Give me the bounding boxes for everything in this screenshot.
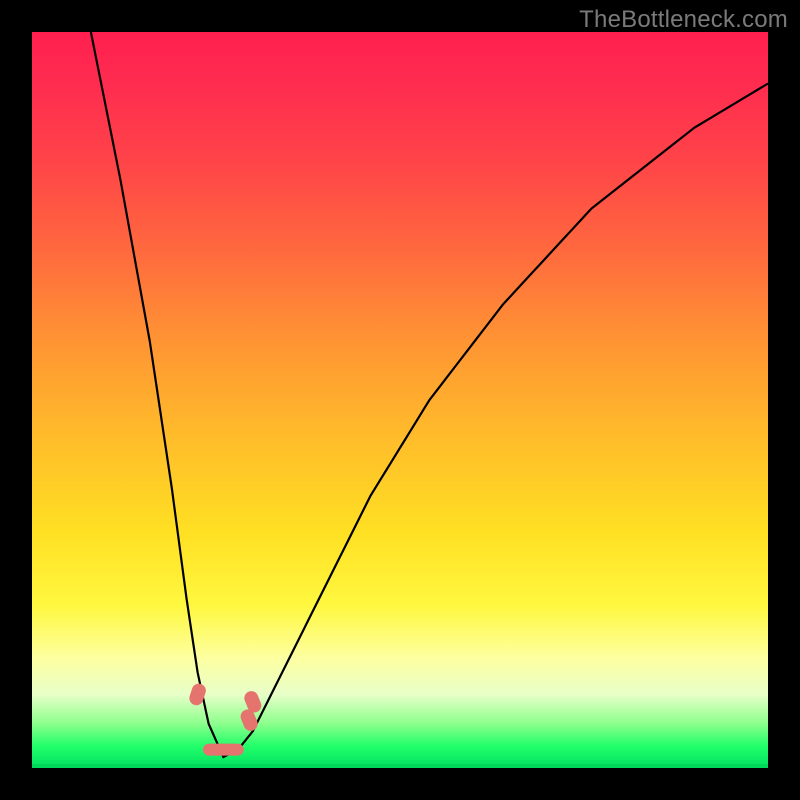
marker-bottom-b [218, 744, 244, 756]
curve-svg [32, 32, 768, 768]
bottleneck-curve [91, 32, 768, 757]
markers-group [188, 682, 264, 756]
plot-area [32, 32, 768, 768]
chart-frame: TheBottleneck.com [0, 0, 800, 800]
watermark-text: TheBottleneck.com [579, 6, 788, 34]
